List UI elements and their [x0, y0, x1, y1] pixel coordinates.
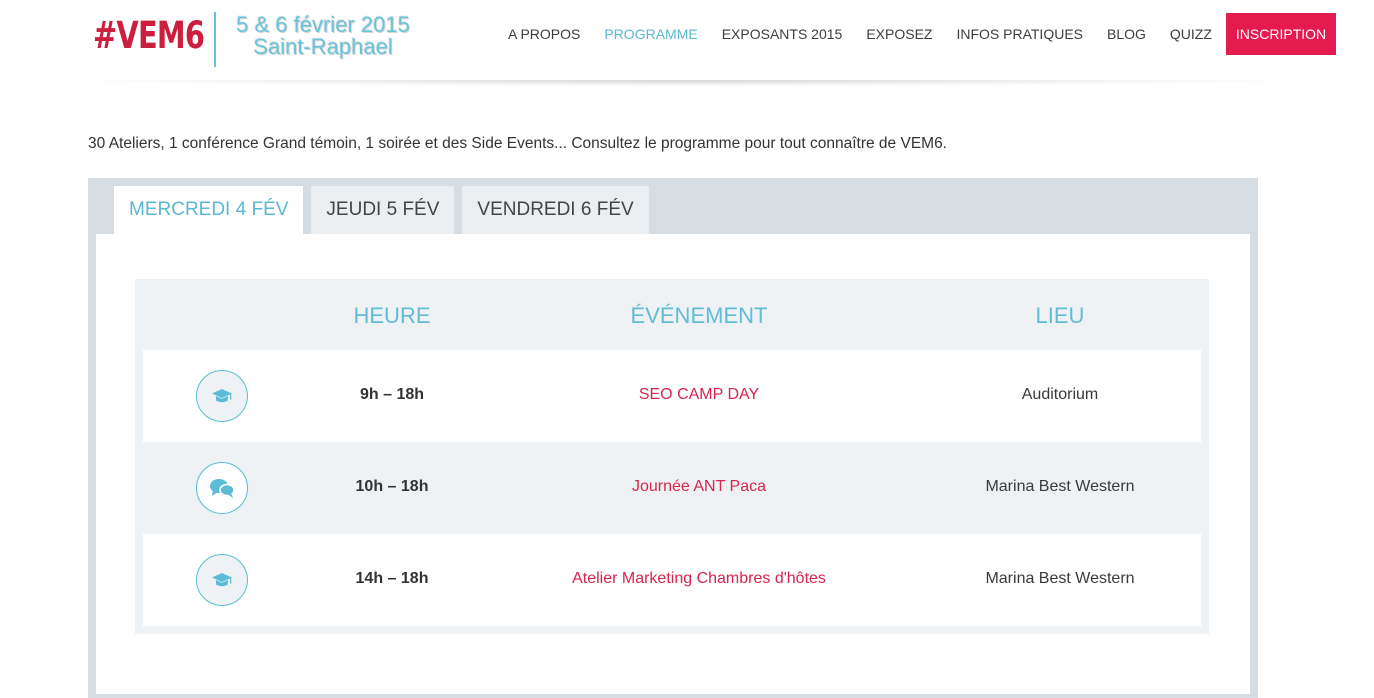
event-location-line: Saint-Raphael: [253, 34, 393, 59]
row-place: Marina Best Western: [985, 478, 1135, 495]
table-header: HEURE ÉVÉNEMENT LIEU: [135, 279, 1209, 351]
nav-item-exposants[interactable]: EXPOSANTS 2015: [710, 13, 855, 55]
column-header-event: ÉVÉNEMENT: [630, 303, 768, 328]
tab-vendredi[interactable]: VENDREDI 6 FÉV: [462, 186, 649, 234]
nav-item-infos-pratiques[interactable]: INFOS PRATIQUES: [944, 13, 1095, 55]
nav-item-exposez[interactable]: EXPOSEZ: [854, 13, 944, 55]
tab-jeudi[interactable]: JEUDI 5 FÉV: [311, 186, 455, 234]
row-event-link[interactable]: SEO CAMP DAY: [639, 386, 759, 404]
row-time: 10h – 18h: [355, 478, 429, 495]
column-header-time: HEURE: [353, 303, 431, 328]
table-row: 9h – 18h SEO CAMP DAY Auditorium: [143, 350, 1201, 442]
site-header: #VEM6 5 & 6 février 2015 Saint-Raphael A…: [0, 0, 1374, 82]
nav-item-blog[interactable]: BLOG: [1095, 13, 1158, 55]
row-place: Auditorium: [1021, 386, 1099, 403]
inscription-button[interactable]: INSCRIPTION: [1225, 13, 1337, 55]
nav-item-programme[interactable]: PROGRAMME: [592, 13, 709, 55]
tab-mercredi[interactable]: MERCREDI 4 FÉV: [114, 186, 304, 234]
event-date-badge: 5 & 6 février 2015 Saint-Raphael: [228, 14, 418, 58]
row-time: 14h – 18h: [355, 570, 429, 587]
day-tabs: MERCREDI 4 FÉV JEUDI 5 FÉV VENDREDI 6 FÉ…: [114, 186, 657, 234]
graduation-cap-icon: [196, 370, 248, 422]
table-row: 14h – 18h Atelier Marketing Chambres d'h…: [143, 534, 1201, 626]
event-date-line: 5 & 6 février 2015: [236, 12, 410, 37]
main-nav: A PROPOS PROGRAMME EXPOSANTS 2015 EXPOSE…: [496, 13, 1337, 55]
row-time: 9h – 18h: [359, 386, 425, 403]
column-header-place: LIEU: [1035, 303, 1085, 328]
schedule-table: HEURE ÉVÉNEMENT LIEU 9h – 18h SEO CAMP D…: [135, 279, 1209, 634]
tab-panel: HEURE ÉVÉNEMENT LIEU 9h – 18h SEO CAMP D…: [96, 234, 1250, 694]
row-event-link[interactable]: Journée ANT Paca: [632, 478, 766, 496]
site-logo[interactable]: #VEM6: [93, 14, 205, 58]
nav-item-quizz[interactable]: QUIZZ: [1158, 13, 1224, 55]
nav-item-a-propos[interactable]: A PROPOS: [496, 13, 592, 55]
table-row: 10h – 18h Journée ANT Paca Marina Best W…: [143, 442, 1201, 534]
row-event-link[interactable]: Atelier Marketing Chambres d'hôtes: [572, 570, 826, 588]
header-shadow: [96, 80, 1276, 86]
chat-bubbles-icon: [196, 462, 248, 514]
program-schedule: MERCREDI 4 FÉV JEUDI 5 FÉV VENDREDI 6 FÉ…: [88, 178, 1258, 698]
graduation-cap-icon: [196, 554, 248, 606]
row-place: Marina Best Western: [985, 570, 1135, 587]
logo-divider: [214, 12, 216, 67]
program-intro-text: 30 Ateliers, 1 conférence Grand témoin, …: [88, 135, 947, 152]
